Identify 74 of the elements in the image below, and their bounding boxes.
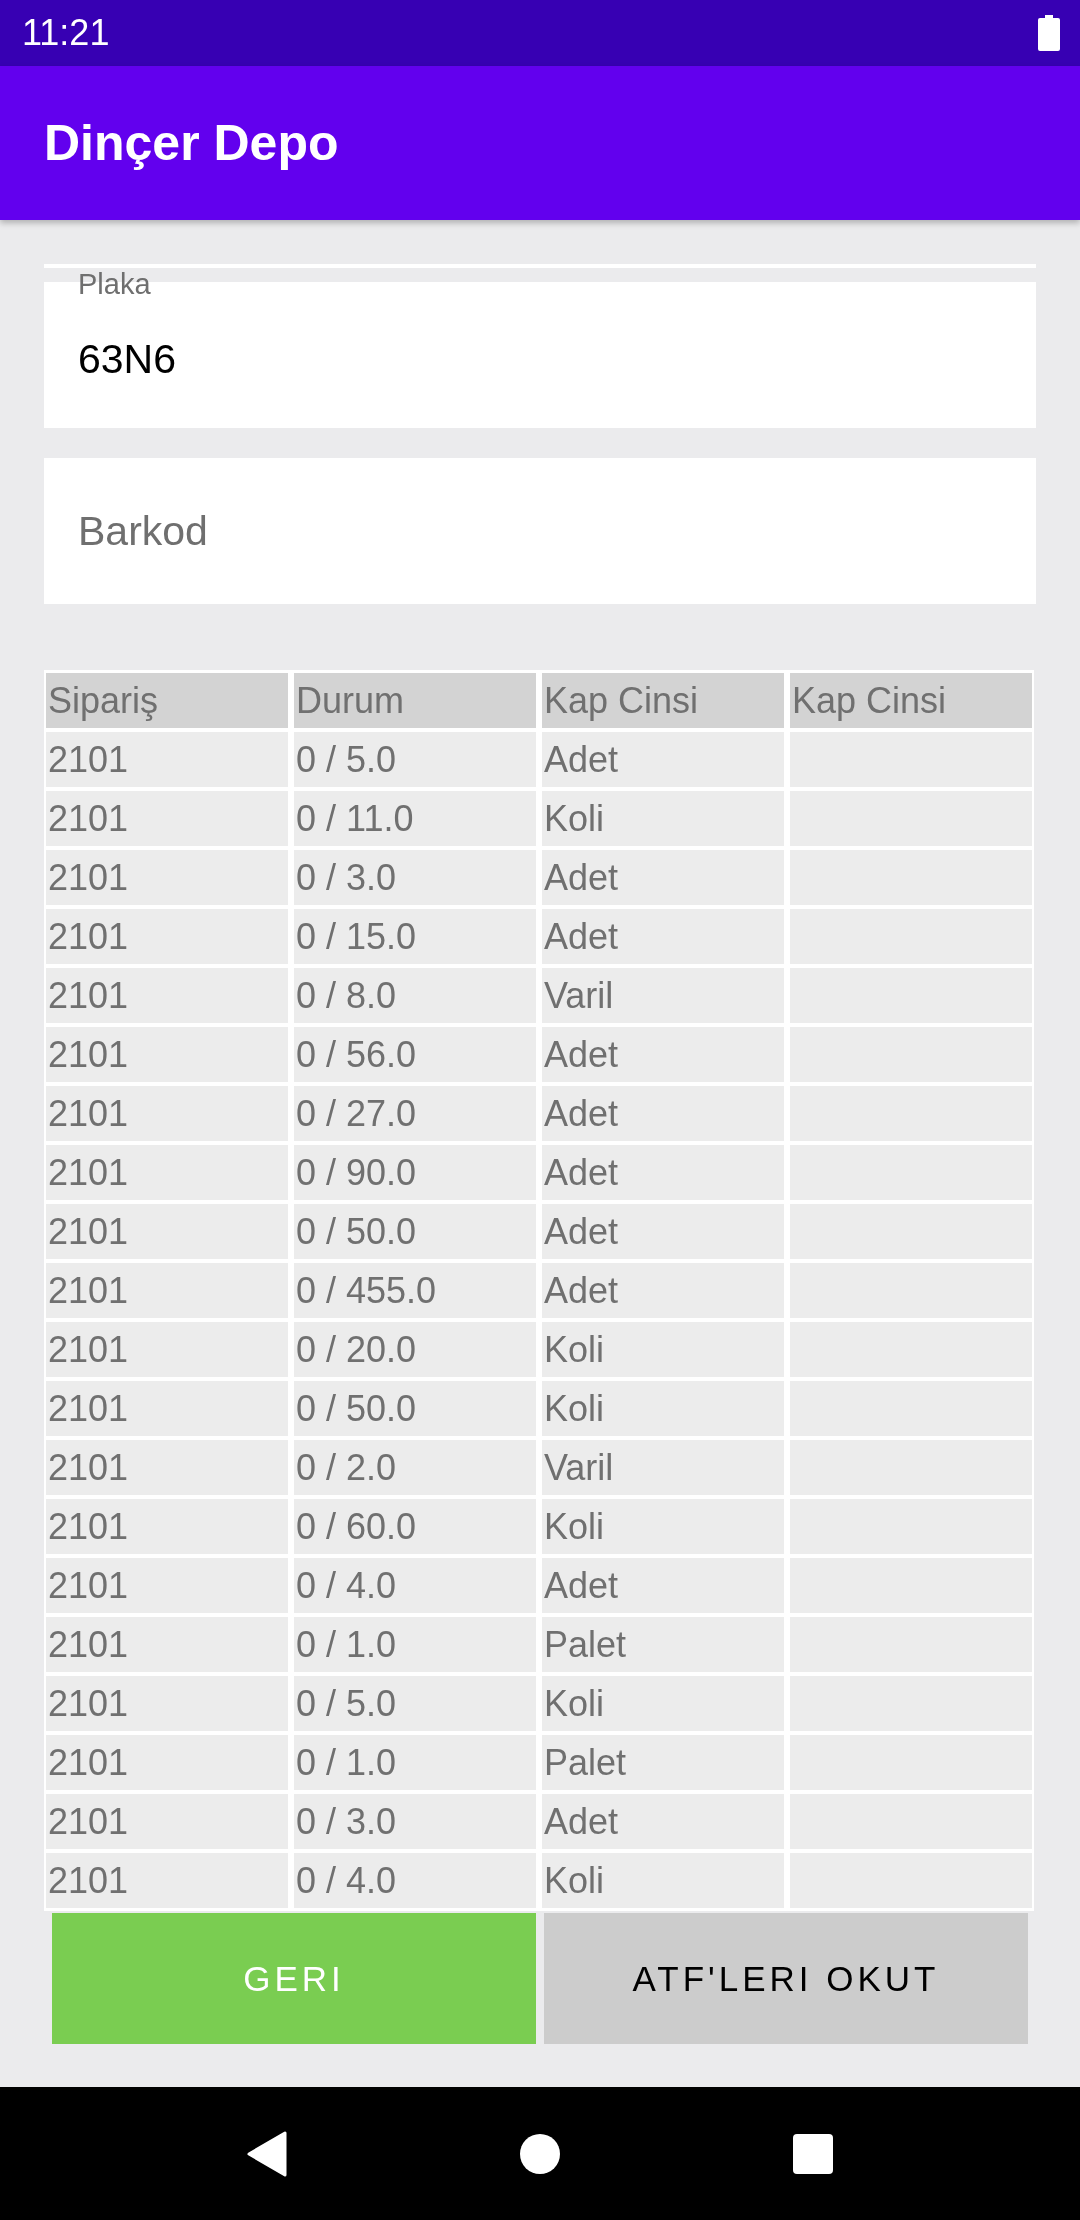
table-cell: 0 / 4.0	[294, 1558, 536, 1613]
column-header: Durum	[294, 673, 536, 728]
table-cell: Koli	[542, 1853, 784, 1908]
table-cell: Varil	[542, 1440, 784, 1495]
table-cell: 2101	[46, 732, 288, 787]
table-cell: 2101	[46, 1676, 288, 1731]
table-cell: 2101	[46, 1204, 288, 1259]
table-cell: Palet	[542, 1735, 784, 1790]
table-cell: 2101	[46, 1145, 288, 1200]
table-cell: 0 / 90.0	[294, 1145, 536, 1200]
table-cell: 0 / 60.0	[294, 1499, 536, 1554]
table-cell: Koli	[542, 791, 784, 846]
table-cell: 0 / 20.0	[294, 1322, 536, 1377]
table-cell: 2101	[46, 850, 288, 905]
column-header: Sipariş	[46, 673, 288, 728]
battery-icon	[1038, 15, 1060, 51]
scan-button[interactable]: ATF'LERI OKUT	[544, 1913, 1028, 2044]
table-cell: Palet	[542, 1617, 784, 1672]
table-cell: Koli	[542, 1322, 784, 1377]
table-cell: 2101	[46, 1558, 288, 1613]
column-header: Kap Cinsi	[542, 673, 784, 728]
recents-icon[interactable]	[793, 2133, 834, 2174]
table-cell: Adet	[542, 1027, 784, 1082]
table-cell: 0 / 11.0	[294, 791, 536, 846]
table-cell: 0 / 3.0	[294, 1794, 536, 1849]
table-cell: 2101	[46, 791, 288, 846]
table-cell: 0 / 1.0	[294, 1617, 536, 1672]
table-cell: 2101	[46, 1086, 288, 1141]
table-cell: 0 / 2.0	[294, 1440, 536, 1495]
table-cell: 0 / 50.0	[294, 1204, 536, 1259]
table-cell: 0 / 455.0	[294, 1263, 536, 1318]
field-label: Plaka	[78, 268, 151, 301]
column-header: Kap Cinsi	[790, 673, 1032, 728]
table-cell: 0 / 15.0	[294, 909, 536, 964]
table-cell: 2101	[46, 1322, 288, 1377]
back-icon[interactable]	[246, 2130, 287, 2177]
table-cell: 2101	[46, 1440, 288, 1495]
table-cell: 0 / 27.0	[294, 1086, 536, 1141]
table-cell: 2101	[46, 1735, 288, 1790]
table-cell: Koli	[542, 1676, 784, 1731]
table-cell: 0 / 8.0	[294, 968, 536, 1023]
table-cell: Koli	[542, 1381, 784, 1436]
table-cell: 0 / 50.0	[294, 1381, 536, 1436]
table-cell: 2101	[46, 1027, 288, 1082]
table-cell: 0 / 56.0	[294, 1027, 536, 1082]
table-cell: Adet	[542, 1263, 784, 1318]
table-cell: Adet	[542, 1204, 784, 1259]
table-cell: Adet	[542, 1086, 784, 1141]
table-cell: 2101	[46, 1499, 288, 1554]
table-cell: Adet	[542, 1145, 784, 1200]
app-title: Dinçer Depo	[44, 114, 339, 172]
table-cell: 2101	[46, 968, 288, 1023]
table-cell: 2101	[46, 1794, 288, 1849]
table-cell: 0 / 3.0	[294, 850, 536, 905]
table-cell: 2101	[46, 1617, 288, 1672]
table-cell: Adet	[542, 909, 784, 964]
table-cell: 0 / 4.0	[294, 1853, 536, 1908]
status-time: 11:21	[22, 12, 110, 54]
table-cell: 2101	[46, 1263, 288, 1318]
table-cell: Adet	[542, 1794, 784, 1849]
table-cell: 2101	[46, 1853, 288, 1908]
table-cell: Adet	[542, 732, 784, 787]
table-cell: 2101	[46, 1381, 288, 1436]
table-cell: Adet	[542, 850, 784, 905]
table-cell: 2101	[46, 909, 288, 964]
home-icon[interactable]	[520, 2133, 560, 2174]
input-field[interactable]: Barkod	[44, 458, 1036, 604]
table-cell: 0 / 5.0	[294, 732, 536, 787]
table-cell: Adet	[542, 1558, 784, 1613]
table-cell: Koli	[542, 1499, 784, 1554]
table-cell: 0 / 1.0	[294, 1735, 536, 1790]
table-cell: Varil	[542, 968, 784, 1023]
table-cell: 0 / 5.0	[294, 1676, 536, 1731]
field-value: 63N6	[78, 335, 176, 383]
